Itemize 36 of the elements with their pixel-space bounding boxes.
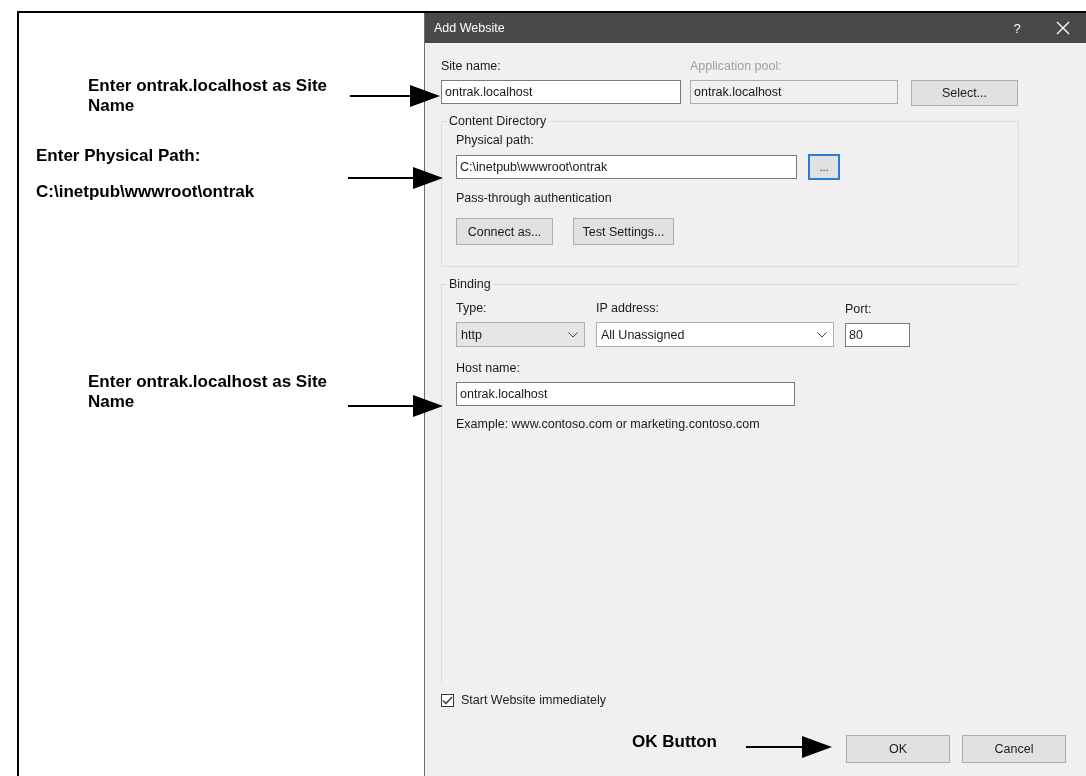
close-icon — [1056, 21, 1070, 35]
field-label: Site name: — [441, 59, 501, 74]
annotation-text: OK Button — [632, 732, 717, 752]
group-title: Content Directory — [448, 114, 548, 129]
test-settings-button[interactable]: Test Settings... — [573, 218, 674, 245]
field-label: Host name: — [456, 361, 520, 376]
example-text: Example: www.contoso.com or marketing.contoso.com — [456, 417, 760, 431]
annotation-text: Enter Physical Path: — [36, 146, 201, 166]
ip-address-dropdown[interactable]: All Unassigned — [596, 322, 834, 347]
field-label: IP address: — [596, 301, 659, 316]
chevron-down-icon — [568, 331, 578, 338]
chevron-down-icon — [817, 331, 827, 338]
annotation-text: Enter ontrak.localhost as Site Name — [88, 76, 328, 116]
field-label: Application pool: — [690, 59, 782, 74]
field-label: Type: — [456, 301, 487, 316]
field-label: Port: — [845, 302, 872, 317]
annotation-text: Enter ontrak.localhost as Site Name — [88, 372, 328, 412]
help-button[interactable]: ? — [994, 13, 1040, 43]
window-title: Add Website — [434, 21, 505, 35]
field-label: Physical path: — [456, 133, 534, 148]
browse-button[interactable]: ... — [808, 154, 840, 180]
start-website-checkbox[interactable] — [441, 693, 454, 707]
ok-button[interactable]: OK — [846, 735, 950, 763]
site-name-field[interactable]: ontrak.localhost — [441, 80, 681, 104]
type-dropdown[interactable]: http — [456, 322, 585, 347]
cancel-button[interactable]: Cancel — [962, 735, 1066, 763]
group-title: Binding — [448, 277, 492, 292]
connect-as-button[interactable]: Connect as... — [456, 218, 553, 245]
checkbox-label: Start Website immediately — [461, 693, 606, 707]
select-button[interactable]: Select... — [911, 80, 1018, 106]
physical-path-field[interactable]: C:\inetpub\wwwroot\ontrak — [456, 155, 797, 179]
annotation-text: C:\inetpub\wwwroot\ontrak — [36, 182, 255, 202]
host-name-field[interactable]: ontrak.localhost — [456, 382, 795, 406]
port-field[interactable]: 80 — [845, 323, 910, 347]
checkmark-icon — [442, 695, 453, 705]
authentication-text: Pass-through authentication — [456, 191, 612, 205]
